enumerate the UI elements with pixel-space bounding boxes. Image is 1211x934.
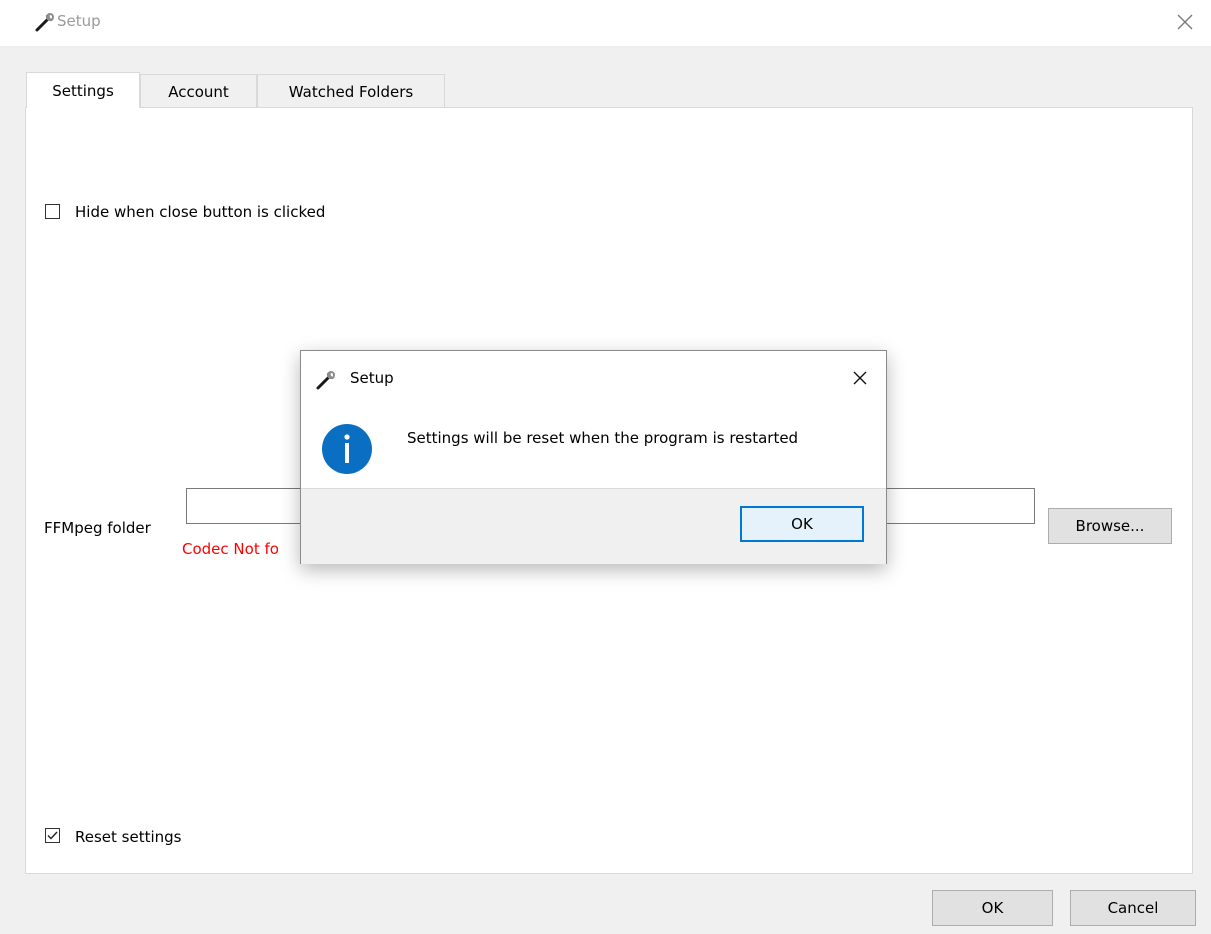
tab-account[interactable]: Account [140, 74, 257, 108]
hide-on-close-checkbox[interactable] [45, 204, 60, 219]
codec-error-text: Codec Not fo [182, 540, 279, 558]
setup-window: Setup Settings Account Watched Folders H… [0, 0, 1211, 934]
reset-info-dialog: Setup Settings will be reset when the pr… [300, 350, 887, 564]
tab-settings[interactable]: Settings [26, 72, 140, 108]
ffmpeg-folder-label: FFMpeg folder [44, 519, 151, 537]
browse-button[interactable]: Browse... [1048, 508, 1172, 544]
close-icon [1177, 14, 1193, 30]
dialog-footer: OK [301, 488, 886, 564]
wrench-icon [316, 371, 335, 390]
reset-settings-label[interactable]: Reset settings [75, 828, 182, 846]
reset-settings-checkbox[interactable] [45, 828, 60, 843]
close-icon [853, 371, 867, 385]
hide-on-close-label[interactable]: Hide when close button is clicked [75, 203, 325, 221]
ok-button[interactable]: OK [932, 890, 1053, 926]
dialog-ok-button[interactable]: OK [740, 506, 864, 542]
window-close-button[interactable] [1166, 6, 1204, 38]
dialog-close-button[interactable] [845, 363, 875, 393]
title-bar: Setup [0, 0, 1211, 46]
info-icon [322, 424, 372, 474]
wrench-icon [35, 13, 54, 32]
dialog-title: Setup [350, 369, 394, 387]
cancel-button[interactable]: Cancel [1070, 890, 1196, 926]
dialog-message: Settings will be reset when the program … [407, 429, 799, 447]
window-title: Setup [57, 12, 101, 30]
checkmark-icon [47, 831, 58, 840]
tab-watched-folders[interactable]: Watched Folders [257, 74, 445, 108]
